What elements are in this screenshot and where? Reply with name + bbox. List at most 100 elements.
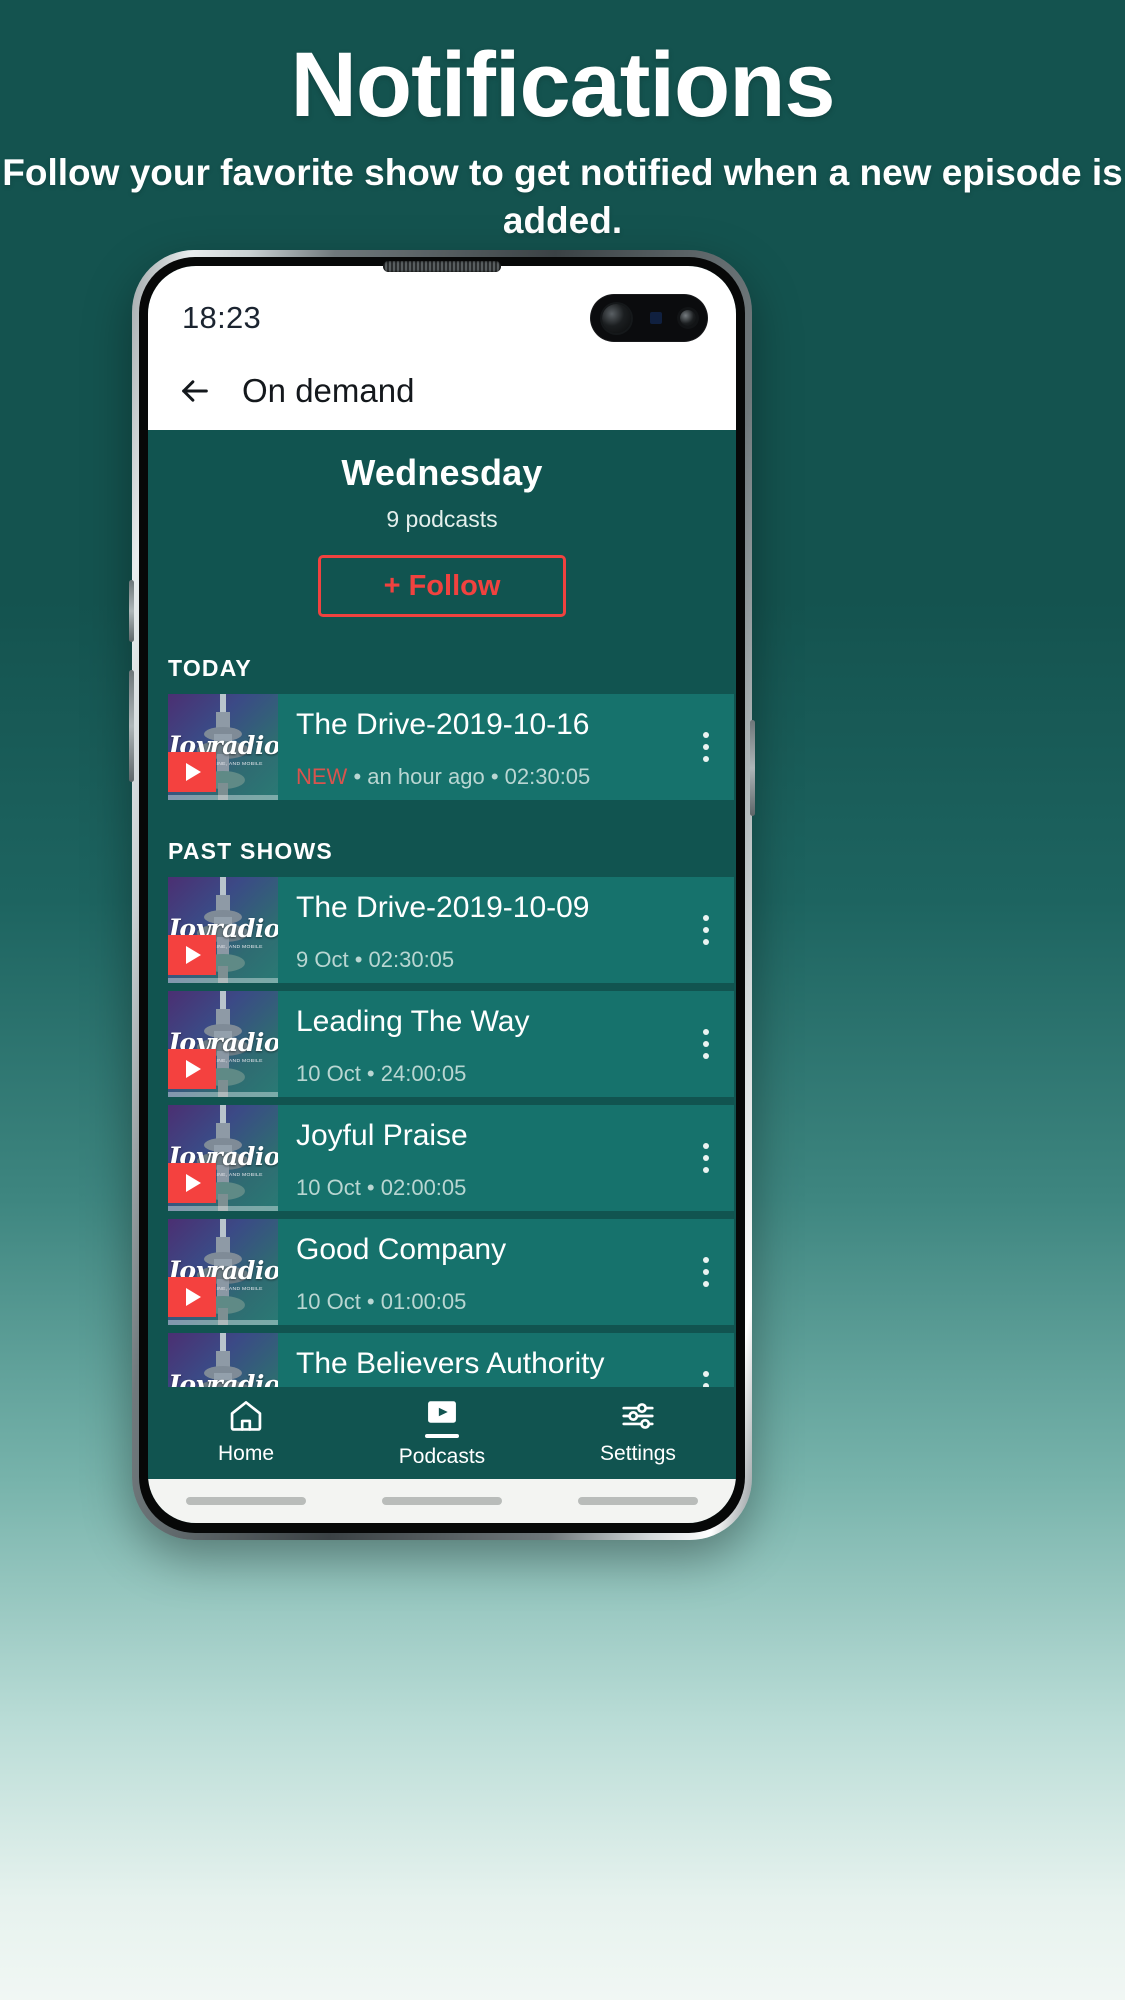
back-arrow-icon[interactable] [178, 374, 212, 408]
episode-info: The Believers Authority 9 Oct • 30:05 [278, 1333, 678, 1387]
play-button[interactable] [168, 1277, 216, 1317]
dot-icon [703, 1167, 709, 1173]
meta-separator-2: • [360, 1175, 381, 1200]
meta-separator-2: • [360, 1061, 381, 1086]
episode-row[interactable]: Joyradio ON AIR, ONLINE, AND MOBILE Lead… [168, 991, 734, 1097]
show-name: Wednesday [341, 452, 543, 493]
episode-date: 10 Oct [296, 1175, 361, 1200]
nav-label-podcasts: Podcasts [398, 1445, 486, 1468]
joyradio-wordmark: Joyradio [168, 1370, 278, 1387]
episode-duration: 02:30:05 [504, 764, 591, 789]
nav-item-home[interactable]: Home [149, 1397, 343, 1466]
status-bar-clock: 18:23 [182, 300, 262, 335]
bottom-navigation-bar: Home Podcasts Settings [148, 1387, 736, 1479]
section-label-today: TODAY [168, 655, 252, 681]
page-title: On demand [242, 372, 415, 409]
promo-header: Notifications Follow your favorite show … [0, 0, 1125, 244]
play-button[interactable] [168, 1163, 216, 1203]
nav-item-settings[interactable]: Settings [541, 1397, 735, 1466]
volume-up-button[interactable] [129, 580, 134, 642]
episode-info: Joyful Praise 10 Oct • 02:00:05 [278, 1105, 678, 1211]
dot-icon [703, 1029, 709, 1035]
episode-meta: 10 Oct • 24:00:05 [296, 1061, 678, 1087]
episode-artwork: Joyradio ON AIR, ONLINE, AND MOBILE [168, 1219, 278, 1325]
play-icon [186, 763, 201, 781]
sensor-icon [649, 312, 662, 324]
episode-overflow-menu-button[interactable] [678, 694, 734, 800]
episode-overflow-menu-button[interactable] [678, 877, 734, 983]
front-camera-punch-hole [590, 294, 708, 342]
episode-title: The Drive-2019-10-16 [296, 708, 590, 741]
episode-duration: 02:00:05 [380, 1175, 467, 1200]
power-button[interactable] [750, 720, 755, 816]
dot-icon [703, 915, 709, 921]
play-icon [186, 1288, 201, 1306]
meta-separator: • [347, 764, 368, 789]
progress-bar [168, 1206, 278, 1211]
meta-separator-2: • [348, 947, 369, 972]
episode-title: The Believers Authority [296, 1347, 605, 1380]
episode-date: 9 Oct [296, 947, 349, 972]
camera-lens-secondary-icon [680, 310, 696, 326]
section-label-past-shows: PAST SHOWS [168, 838, 333, 864]
gesture-pill[interactable] [382, 1497, 502, 1505]
dot-icon [703, 756, 709, 762]
episode-title: Good Company [296, 1233, 507, 1266]
play-icon [186, 1060, 201, 1078]
dot-icon [703, 1383, 709, 1387]
episode-date: 10 Oct [296, 1289, 361, 1314]
episode-overflow-menu-button[interactable] [678, 1105, 734, 1211]
dot-icon [703, 927, 709, 933]
podcast-count: 9 podcasts [386, 506, 498, 532]
episode-info: Leading The Way 10 Oct • 24:00:05 [278, 991, 678, 1097]
dot-icon [703, 1257, 709, 1263]
gesture-pill[interactable] [578, 1497, 698, 1505]
follow-button[interactable]: + Follow [318, 555, 566, 617]
episode-date: an hour ago [367, 764, 485, 789]
status-bar: 18:23 [148, 266, 736, 352]
episode-overflow-menu-button[interactable] [678, 1333, 734, 1387]
episode-row[interactable]: Joyradio ON AIR, ONLINE, AND MOBILE Joyf… [168, 1105, 734, 1211]
phone-screen: 18:23 On demand Wednesday 9 podcasts + F… [148, 266, 736, 1523]
new-badge: NEW [296, 764, 348, 789]
android-gesture-bar [148, 1479, 736, 1523]
promo-title: Notifications [290, 34, 835, 136]
episode-info: Good Company 10 Oct • 01:00:05 [278, 1219, 678, 1325]
dot-icon [703, 1281, 709, 1287]
meta-separator-2: • [360, 1289, 381, 1314]
episode-artwork: Joyradio ON AIR, ONLINE, AND MOBILE [168, 877, 278, 983]
episode-row[interactable]: Joyradio ON AIR, ONLINE, AND MOBILE The … [168, 694, 734, 800]
episode-date: 10 Oct [296, 1061, 361, 1086]
episode-artwork: Joyradio ON AIR, ONLINE, AND MOBILE [168, 1105, 278, 1211]
volume-down-button[interactable] [129, 670, 134, 782]
dot-icon [703, 1143, 709, 1149]
promo-subtitle: Follow your favorite show to get notifie… [2, 152, 1123, 241]
episode-artwork: Joyradio ON AIR, ONLINE, AND MOBILE [168, 694, 278, 800]
phone-mockup: 18:23 On demand Wednesday 9 podcasts + F… [129, 250, 755, 1540]
episode-row[interactable]: Joyradio ON AIR, ONLINE, AND MOBILE The … [168, 1333, 734, 1387]
episode-meta: 9 Oct • 02:30:05 [296, 947, 678, 973]
earpiece-speaker-icon [383, 261, 501, 272]
episode-overflow-menu-button[interactable] [678, 1219, 734, 1325]
episode-row[interactable]: Joyradio ON AIR, ONLINE, AND MOBILE The … [168, 877, 734, 983]
nav-item-podcasts[interactable]: Podcasts [345, 1393, 539, 1469]
dot-icon [703, 1053, 709, 1059]
dot-icon [703, 939, 709, 945]
dot-icon [703, 1155, 709, 1161]
episode-overflow-menu-button[interactable] [678, 991, 734, 1097]
progress-bar [168, 978, 278, 983]
episode-duration: 24:00:05 [380, 1061, 467, 1086]
play-button[interactable] [168, 1049, 216, 1089]
play-button[interactable] [168, 752, 216, 792]
episode-duration: 02:30:05 [368, 947, 455, 972]
episode-info: The Drive-2019-10-16 NEW • an hour ago •… [278, 694, 678, 800]
gesture-pill[interactable] [186, 1497, 306, 1505]
episode-row[interactable]: Joyradio ON AIR, ONLINE, AND MOBILE Good… [168, 1219, 734, 1325]
progress-bar [168, 1320, 278, 1325]
episode-artwork: Joyradio ON AIR, ONLINE, AND MOBILE [168, 1333, 278, 1387]
episode-duration: 01:00:05 [380, 1289, 467, 1314]
joyradio-logo: Joyradio ON AIR, ONLINE, AND MOBILE [168, 1370, 278, 1387]
play-button[interactable] [168, 935, 216, 975]
episode-meta: 10 Oct • 01:00:05 [296, 1289, 678, 1315]
home-icon [230, 1400, 262, 1431]
